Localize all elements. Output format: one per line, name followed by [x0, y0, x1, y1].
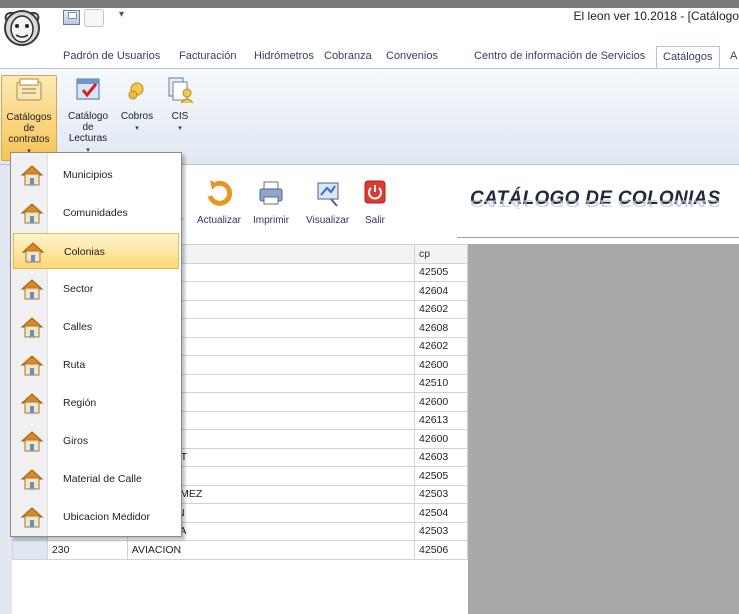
coins-icon — [128, 82, 144, 100]
chevron-down-icon: ▾ — [135, 125, 139, 132]
refresh-icon — [207, 180, 233, 206]
quick-access-button[interactable] — [84, 9, 104, 27]
grid-empty-area — [468, 244, 739, 614]
menu-item-region[interactable]: Región — [13, 385, 179, 421]
window-title: El leon ver 10.2018 - [Catálogo — [573, 9, 739, 23]
cell-cp[interactable]: 42505 — [414, 466, 468, 486]
cell-cp[interactable]: 42504 — [414, 503, 468, 523]
menu-item-ruta[interactable]: Ruta — [13, 347, 179, 383]
house-icon — [20, 317, 44, 338]
catalog-book-icon — [16, 78, 42, 101]
title-underline — [457, 237, 739, 238]
menu-item-colonias[interactable]: Colonias — [13, 233, 179, 269]
menu-item-municipios[interactable]: Municipios — [13, 157, 179, 193]
cell-cp[interactable]: 42602 — [414, 336, 468, 356]
menu-item-giros[interactable]: Giros — [13, 423, 179, 459]
house-icon — [20, 431, 44, 452]
menu-item-ubicacion-medidor[interactable]: Ubicacion Medidor — [13, 499, 179, 535]
power-icon — [364, 180, 386, 204]
cell-id[interactable]: 230 — [46, 540, 128, 560]
tab-padron-de-usuarios[interactable]: Padrón de Usuarios — [63, 50, 160, 62]
tab-convenios[interactable]: Convenios — [386, 50, 438, 62]
imprimir-button[interactable]: Imprimir — [253, 176, 289, 226]
documents-user-icon — [168, 77, 194, 104]
ribbon-panel: Catálogos de contratos ▾ Catálogo de Lec… — [0, 68, 739, 165]
cell-cp[interactable]: 42603 — [414, 447, 468, 467]
cell-cp[interactable]: 42608 — [414, 318, 468, 338]
house-icon — [20, 279, 44, 300]
form-toolbar: r Actualizar Imprimir Visualizar Salir — [180, 176, 392, 236]
row-header[interactable] — [12, 540, 48, 560]
actualizar-button[interactable]: Actualizar — [197, 176, 241, 226]
cis-button[interactable]: CIS ▾ — [160, 75, 200, 134]
visualizar-button[interactable]: Visualizar — [306, 176, 349, 226]
cell-cp[interactable]: 42600 — [414, 429, 468, 449]
printer-icon — [259, 181, 283, 205]
app-logo-icon — [4, 10, 40, 46]
tab-hidrometros[interactable]: Hidrómetros — [254, 50, 314, 62]
tab-overflow[interactable]: A — [730, 50, 737, 62]
column-header-cp[interactable]: cp — [414, 244, 468, 264]
catalogos-de-contratos-button[interactable]: Catálogos de contratos ▾ — [1, 75, 57, 161]
cell-cp[interactable]: 42510 — [414, 373, 468, 393]
menu-item-sector[interactable]: Sector — [13, 271, 179, 307]
checklist-icon — [76, 78, 100, 100]
menu-item-calles[interactable]: Calles — [13, 309, 179, 345]
quick-access-dropdown-icon[interactable]: ▾ — [119, 9, 124, 20]
cell-cp[interactable]: 42505 — [414, 262, 468, 282]
tab-cobranza[interactable]: Cobranza — [324, 50, 372, 62]
cell-cp[interactable]: 42602 — [414, 299, 468, 319]
preview-icon — [317, 182, 339, 207]
menu-item-comunidades[interactable]: Comunidades — [13, 195, 179, 231]
chevron-down-icon: ▾ — [178, 125, 182, 132]
catalogos-de-contratos-menu: Municipios Comunidades Colonias Sector C… — [10, 152, 182, 537]
house-icon — [21, 242, 45, 263]
house-icon — [20, 507, 44, 528]
house-icon — [20, 355, 44, 376]
house-icon — [20, 469, 44, 490]
cell-cp[interactable]: 42600 — [414, 392, 468, 412]
house-icon — [20, 165, 44, 186]
cell-cp[interactable]: 42503 — [414, 484, 468, 504]
tab-centro-de-informacion[interactable]: Centro de información de Servicios — [474, 50, 645, 62]
table-row[interactable]: 230 AVIACION 42506 — [12, 540, 468, 560]
cell-cp[interactable]: 42600 — [414, 355, 468, 375]
cobros-button[interactable]: Cobros ▾ — [118, 75, 156, 134]
page-title-reflection: CATÁLOGO DE COLONIAS — [470, 197, 721, 209]
cell-cp[interactable]: 42506 — [414, 540, 468, 560]
cell-cp[interactable]: 42604 — [414, 281, 468, 301]
cell-cp[interactable]: 42503 — [414, 521, 468, 541]
house-icon — [20, 393, 44, 414]
house-icon — [20, 203, 44, 224]
cell-cp[interactable]: 42613 — [414, 410, 468, 430]
tab-catalogos[interactable]: Catálogos — [656, 46, 720, 69]
ribbon-tab-bar: Padrón de Usuarios Facturación Hidrómetr… — [0, 46, 739, 69]
save-icon[interactable] — [63, 10, 80, 25]
menu-item-material-de-calle[interactable]: Material de Calle — [13, 461, 179, 497]
cell-name[interactable]: AVIACION — [126, 540, 416, 560]
tab-facturacion[interactable]: Facturación — [179, 50, 236, 62]
catalogo-de-lecturas-button[interactable]: Catálogo de Lecturas ▾ — [62, 75, 114, 156]
salir-button[interactable]: Salir — [360, 176, 390, 226]
